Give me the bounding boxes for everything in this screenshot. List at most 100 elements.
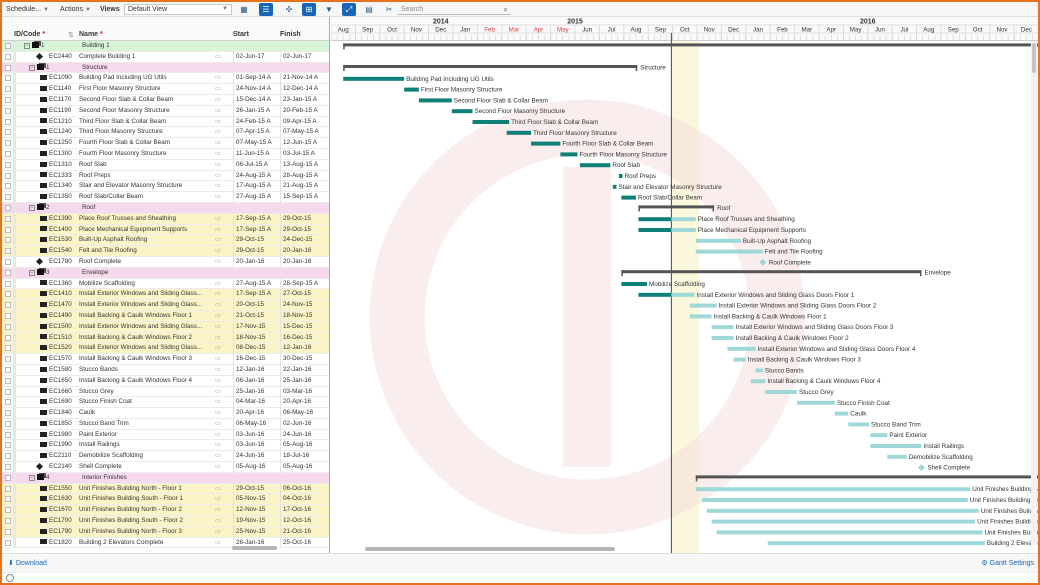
notes-icon[interactable]: ▭ — [215, 397, 225, 408]
remaining-bar[interactable] — [671, 228, 696, 232]
tree-cell[interactable]: −4 — [29, 473, 51, 484]
row-checkbox[interactable] — [5, 194, 11, 201]
row-checkbox[interactable] — [5, 420, 11, 427]
table-row[interactable]: EC1350 Roof Slab/Collar Beam ▭ 27-Aug-15 A1… — [2, 192, 329, 203]
notes-icon[interactable]: ▭ — [215, 149, 225, 160]
notes-icon[interactable]: ▭ — [215, 246, 225, 257]
row-checkbox[interactable] — [5, 118, 11, 125]
row-checkbox[interactable] — [5, 345, 11, 352]
table-row[interactable]: EC1410 Install Exterior Windows and Slidi… — [2, 289, 329, 301]
notes-icon[interactable]: ▭ — [215, 343, 225, 354]
notes-icon[interactable]: ▭ — [215, 322, 225, 333]
row-checkbox[interactable] — [5, 64, 11, 71]
notes-icon[interactable]: ▭ — [215, 462, 225, 473]
remaining-bar[interactable] — [755, 368, 763, 373]
notes-icon[interactable]: ▭ — [215, 311, 225, 322]
actual-bar[interactable] — [343, 76, 405, 81]
actual-bar[interactable] — [638, 228, 672, 232]
tree-cell[interactable]: −3 — [29, 268, 51, 279]
filter-icon[interactable]: ▼ — [322, 3, 336, 16]
actual-bar[interactable] — [621, 195, 636, 200]
remaining-bar[interactable] — [689, 314, 712, 319]
row-checkbox[interactable] — [5, 518, 11, 525]
summary-bar[interactable] — [638, 205, 715, 209]
row-checkbox[interactable] — [5, 215, 11, 222]
notes-icon[interactable]: ▭ — [215, 494, 225, 505]
notes-icon[interactable]: ▭ — [215, 225, 225, 236]
remaining-bar[interactable] — [695, 487, 971, 492]
search-input[interactable]: Search ⌕ — [398, 4, 510, 15]
notes-icon[interactable]: ▭ — [215, 538, 225, 549]
column-header-id-code[interactable]: ID/Code * — [14, 31, 45, 38]
table-row[interactable]: EC1660 Stucco Grey ▭ 25-Jan-16 03-Mar-16 — [2, 386, 329, 398]
gantt-view-icon[interactable]: ☰ — [259, 3, 273, 16]
table-row[interactable]: EC1210 Third Floor Slab & Collar Beam ▭ 24-… — [2, 116, 329, 128]
table-row[interactable]: EC1550 Unit Finishes Building North - Flo… — [2, 483, 329, 495]
actual-bar[interactable] — [506, 130, 532, 135]
remaining-bar[interactable] — [711, 325, 734, 330]
actual-bar[interactable] — [560, 152, 578, 157]
table-row[interactable]: EC1400 Place Mechanical Equipment Support… — [2, 224, 329, 236]
notes-icon[interactable]: ▭ — [215, 484, 225, 495]
notes-icon[interactable]: ▭ — [215, 138, 225, 149]
notes-icon[interactable]: ▭ — [215, 214, 225, 225]
row-checkbox[interactable] — [5, 172, 11, 179]
row-checkbox[interactable] — [5, 107, 11, 114]
actual-bar[interactable] — [612, 184, 617, 189]
notes-icon[interactable]: ▭ — [215, 408, 225, 419]
row-checkbox[interactable] — [5, 485, 11, 492]
row-checkbox[interactable] — [5, 474, 11, 481]
table-row[interactable]: EC1700 Unit Finishes Building South - Flo… — [2, 516, 329, 527]
column-header-finish[interactable]: Finish — [280, 31, 301, 38]
notes-icon[interactable]: ▭ — [215, 52, 225, 63]
link-tool-icon[interactable]: ⊞ — [302, 3, 316, 16]
table-row[interactable]: EC1790 Unit Finishes Building North - Flo… — [2, 526, 329, 538]
notes-icon[interactable]: ▭ — [215, 160, 225, 171]
network-icon[interactable]: ✣ — [282, 3, 296, 16]
table-row[interactable]: EC1530 Built-Up Asphalt Roofing ▭ 29-Oct-15… — [2, 235, 329, 247]
notes-icon[interactable]: ▭ — [215, 387, 225, 398]
table-row[interactable]: EC1490 Install Backing & Caulk Windows Fl… — [2, 310, 329, 322]
summary-bar[interactable] — [343, 43, 1038, 47]
row-checkbox[interactable] — [5, 334, 11, 341]
row-checkbox[interactable] — [5, 43, 11, 49]
notes-icon[interactable]: ▭ — [215, 171, 225, 182]
view-select[interactable]: Default View ▼ — [124, 4, 232, 15]
tree-cell[interactable]: −1 — [29, 63, 51, 74]
remaining-bar[interactable] — [887, 454, 907, 459]
remaining-bar[interactable] — [834, 411, 849, 416]
table-row[interactable]: −4 Interior Finishes — [2, 472, 329, 484]
tree-cell[interactable]: −2 — [29, 203, 51, 214]
row-checkbox[interactable] — [5, 356, 11, 363]
row-checkbox[interactable] — [5, 302, 11, 309]
table-row[interactable]: EC1140 First Floor Masonry Structure ▭ 24-N… — [2, 84, 329, 95]
remaining-bar[interactable] — [767, 541, 985, 546]
actual-bar[interactable] — [638, 292, 672, 297]
notes-icon[interactable]: ▭ — [215, 117, 225, 128]
row-checkbox[interactable] — [5, 377, 11, 384]
notes-icon[interactable]: ▭ — [215, 516, 225, 527]
document-icon[interactable]: ▤ — [362, 3, 376, 16]
collapse-icon[interactable]: − — [29, 474, 35, 481]
row-checkbox[interactable] — [5, 453, 11, 460]
table-row[interactable]: EC1520 Install Exterior Windows and Slidi… — [2, 343, 329, 355]
gantt-vertical-scrollbar-thumb[interactable] — [1032, 43, 1036, 73]
table-row[interactable]: EC1500 Install Exterior Windows and Slidi… — [2, 321, 329, 333]
remaining-bar[interactable] — [695, 249, 763, 254]
remaining-bar[interactable] — [797, 400, 835, 405]
row-checkbox[interactable] — [5, 431, 11, 438]
remaining-bar[interactable] — [870, 444, 922, 448]
actual-bar[interactable] — [618, 174, 623, 178]
row-checkbox[interactable] — [5, 496, 11, 503]
remaining-bar[interactable] — [701, 498, 968, 502]
row-checkbox[interactable] — [5, 150, 11, 157]
notes-icon[interactable]: ▭ — [215, 365, 225, 376]
row-checkbox[interactable] — [5, 53, 11, 60]
notes-icon[interactable]: ▭ — [215, 106, 225, 117]
notes-icon[interactable]: ▭ — [215, 235, 225, 246]
row-checkbox[interactable] — [5, 248, 11, 255]
column-header-start[interactable]: Start — [233, 31, 249, 38]
row-checkbox[interactable] — [5, 237, 11, 244]
collapse-icon[interactable]: − — [29, 64, 35, 71]
row-checkbox[interactable] — [5, 75, 11, 82]
